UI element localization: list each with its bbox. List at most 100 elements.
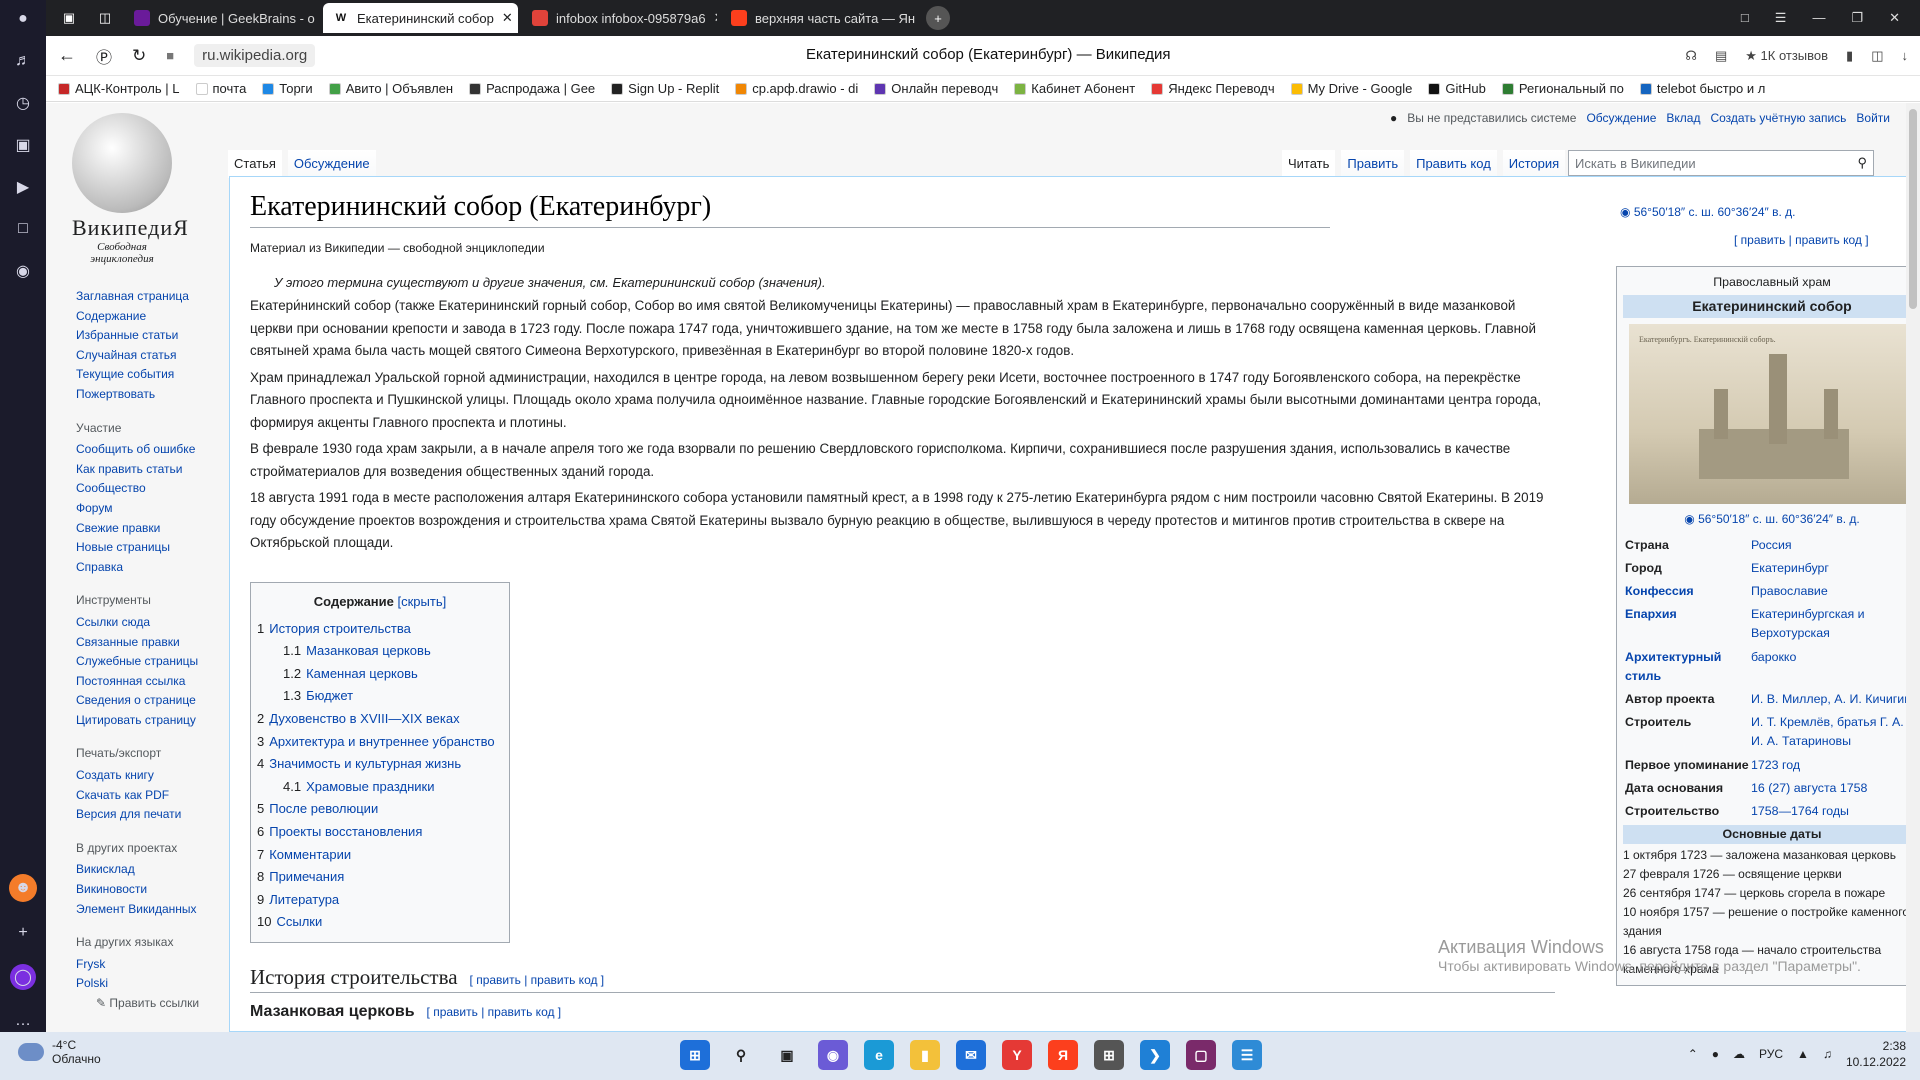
more-icon[interactable]: … [12, 1010, 34, 1032]
menu-icon[interactable]: ☰ [1775, 10, 1787, 26]
calculator-icon[interactable]: ⊞ [1094, 1040, 1124, 1070]
toc-item[interactable]: 2 Духовенство в XVIII—XIX веках [257, 708, 503, 731]
chat-icon[interactable]: ◉ [818, 1040, 848, 1070]
browser-tab[interactable]: infobox infobox-095879a6 ✕ [522, 3, 717, 33]
search-icon[interactable]: ⚲ [1857, 155, 1867, 171]
search-icon[interactable]: ⚲ [726, 1040, 756, 1070]
vscode-icon[interactable]: ❯ [1140, 1040, 1170, 1070]
bookmark-item[interactable]: Распродажа | Gee [469, 81, 595, 96]
bookmark-item[interactable]: Авито | Объявлен [328, 81, 453, 96]
subsection-edit-links[interactable]: [ править | править код ] [427, 1005, 562, 1019]
bookmark-item[interactable]: Региональный по [1501, 81, 1624, 96]
download-icon[interactable]: ↓ [1902, 48, 1909, 63]
sidebar-link[interactable]: Постоянная ссылка [76, 672, 216, 692]
add-icon[interactable]: + [12, 922, 34, 944]
network-tray-icon[interactable]: ☁ [1733, 1047, 1745, 1061]
weather-widget[interactable]: -4°C Облачно [18, 1038, 101, 1066]
bookmark-item[interactable]: Sign Up - Replit [611, 81, 719, 96]
clock-icon[interactable]: ◷ [12, 92, 34, 114]
wikipedia-logo[interactable]: ВикипедиЯ Свободная энциклопедия [72, 113, 188, 265]
toc-item[interactable]: 4.1 Храмовые праздники [257, 776, 503, 799]
sidebar-link[interactable]: Свежие правки [76, 519, 216, 539]
sidebar-link[interactable]: Цитировать страницу [76, 711, 216, 731]
sidebar-link[interactable]: Как править статьи [76, 460, 216, 480]
sidebar-link[interactable]: Служебные страницы [76, 652, 216, 672]
sidebar-link[interactable]: Polski [76, 974, 216, 994]
headphones-icon[interactable]: ☊ [1685, 48, 1697, 64]
sidebar-link[interactable]: Сообщество [76, 479, 216, 499]
alice-icon[interactable]: ☻ [9, 874, 37, 902]
tab-edit[interactable]: Править [1341, 150, 1405, 178]
browser-tab[interactable]: W Екатерининский собор ✕ [323, 3, 518, 33]
assistant-icon[interactable]: ◯ [10, 964, 36, 990]
contributions-link[interactable]: Вклад [1666, 111, 1700, 125]
tab-edit-source[interactable]: Править код [1410, 150, 1497, 178]
bookmark-item[interactable]: Онлайн переводч [874, 81, 998, 96]
toc-hide-link[interactable]: [скрыть] [398, 594, 447, 609]
play-icon[interactable]: ▶ [12, 176, 34, 198]
bookmark-sync-icon[interactable]: □ [1741, 10, 1749, 26]
sidebar-link[interactable]: Версия для печати [76, 805, 216, 825]
new-tab-button[interactable]: + [926, 6, 950, 30]
infobox-value[interactable]: Екатеринбургская и Верхотурская [1751, 605, 1919, 643]
reviews-badge[interactable]: ★ 1К отзывов [1745, 48, 1828, 64]
toc-item[interactable]: 6 Проекты восстановления [257, 821, 503, 844]
tab-article[interactable]: Статья [228, 150, 282, 178]
bookmark-item[interactable]: Кабинет Абонент [1014, 81, 1135, 96]
sidebar-link[interactable]: Справка [76, 558, 216, 578]
toc-item[interactable]: 4 Значимость и культурная жизнь [257, 753, 503, 776]
start-icon[interactable]: ⊞ [680, 1040, 710, 1070]
infobox-value[interactable]: 1758—1764 годы [1751, 802, 1919, 821]
bell-icon[interactable]: ♬ [12, 50, 34, 72]
bookmark-item[interactable]: Яндекс Переводч [1151, 81, 1275, 96]
infobox-coordinates[interactable]: ◉ 56°50′18″ с. ш. 60°36′24″ в. д. [1623, 510, 1920, 529]
infobox-value[interactable]: Православие [1751, 582, 1919, 601]
bookmark-item[interactable]: ср.арф.drawio - di [735, 81, 858, 96]
camera-icon[interactable]: ◉ [12, 260, 34, 282]
scrollbar-thumb[interactable] [1909, 109, 1917, 309]
wifi-icon[interactable]: ▲ [1797, 1047, 1809, 1061]
yandex-logo-icon[interactable]: Ⓟ [96, 44, 112, 68]
sidebar-link[interactable]: Заглавная страница [76, 287, 216, 307]
sidebar-link[interactable]: Викиновости [76, 880, 216, 900]
user-talk-link[interactable]: Обсуждение [1586, 111, 1656, 125]
infobox-value[interactable]: Екатеринбург [1751, 559, 1919, 578]
infobox-value[interactable]: Россия [1751, 536, 1919, 555]
sidebar-link[interactable]: Ссылки сюда [76, 613, 216, 633]
minimize-icon[interactable]: — [1812, 10, 1825, 26]
sidebar-link[interactable]: Новые страницы [76, 538, 216, 558]
infobox-value[interactable]: И. В. Миллер, А. И. Кичигин [1751, 690, 1919, 709]
reader-icon[interactable]: ▤ [1715, 48, 1727, 64]
bookmark-item[interactable]: АЦК-Контроль | L [58, 81, 180, 96]
bookmark-item[interactable]: почта [195, 81, 246, 96]
bookmark-item[interactable]: Торги [262, 81, 313, 96]
app-tray-icon[interactable]: ● [1712, 1047, 1719, 1061]
tab-read[interactable]: Читать [1282, 150, 1336, 178]
chevron-up-icon[interactable]: ⌃ [1688, 1047, 1698, 1061]
restore-icon[interactable]: ❐ [1851, 10, 1863, 26]
edge-icon[interactable]: e [864, 1040, 894, 1070]
sidebar-link[interactable]: Frysk [76, 955, 216, 975]
toc-item[interactable]: 1.3 Бюджет [257, 685, 503, 708]
tabs-panel-icon[interactable]: ◫ [90, 10, 120, 26]
infobox-value[interactable]: 1723 год [1751, 756, 1919, 775]
badge-icon[interactable]: □ [12, 218, 34, 240]
sidebar-link[interactable]: Сведения о странице [76, 691, 216, 711]
volume-icon[interactable]: ♫ [1823, 1047, 1832, 1061]
edit-interlanguage-links[interactable]: ✎ Править ссылки [96, 994, 216, 1014]
tab-counter-icon[interactable]: ▣ [52, 10, 86, 26]
infobox-value[interactable]: барокко [1751, 648, 1919, 686]
cathedral-image[interactable]: Екатеринбургъ. Екатерининскій соборъ. [1629, 324, 1915, 505]
sidebar-link[interactable]: Текущие события [76, 365, 216, 385]
close-window-icon[interactable]: ✕ [1889, 10, 1900, 26]
bookmark-item[interactable]: GitHub [1428, 81, 1486, 96]
sidebar-link[interactable]: Связанные правки [76, 633, 216, 653]
sidebar-link[interactable]: Элемент Викиданных [76, 900, 216, 920]
yandex-browser-icon[interactable]: Y [1002, 1040, 1032, 1070]
tab-history[interactable]: История [1502, 150, 1566, 178]
toc-item[interactable]: 3 Архитектура и внутреннее убранство [257, 731, 503, 754]
infobox-key[interactable]: Конфессия [1625, 582, 1751, 601]
task-view-icon[interactable]: ▣ [772, 1040, 802, 1070]
winrar-icon[interactable]: ▢ [1186, 1040, 1216, 1070]
user-icon[interactable]: ● [12, 8, 34, 30]
